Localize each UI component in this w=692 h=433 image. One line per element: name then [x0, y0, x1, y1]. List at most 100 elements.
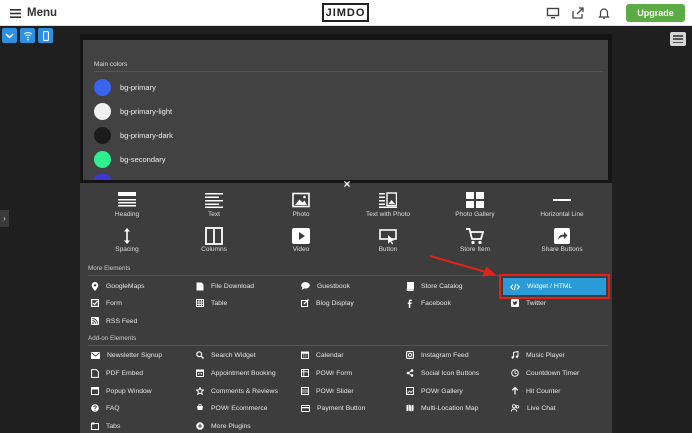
- element-store-catalog[interactable]: Store Catalog: [406, 280, 463, 292]
- element-powr-slider[interactable]: POWr Slider: [301, 385, 354, 397]
- element-spacing[interactable]: Spacing: [87, 227, 167, 259]
- mail-icon: [91, 351, 100, 359]
- checkbox-icon: [91, 299, 99, 307]
- element-label: Text: [208, 211, 220, 218]
- close-icon[interactable]: ×: [341, 178, 353, 190]
- element-label: Countdown Timer: [526, 369, 580, 377]
- heading-icon: [118, 192, 136, 207]
- element-appointment-booking[interactable]: Appointment Booking: [196, 367, 276, 379]
- color-swatch-primary-dark[interactable]: [94, 127, 111, 144]
- element-columns[interactable]: Columns: [174, 227, 254, 259]
- catalog-icon: [406, 281, 414, 291]
- device-dropdown-button[interactable]: [2, 28, 17, 43]
- color-swatch-secondary[interactable]: [94, 151, 111, 168]
- element-calendar[interactable]: Calendar: [301, 349, 344, 361]
- element-share-buttons[interactable]: Share Buttons: [522, 227, 602, 259]
- element-form[interactable]: Form: [91, 297, 122, 309]
- color-label: bg-primary-light: [120, 107, 173, 116]
- color-label: bg-primary-dark: [120, 131, 173, 140]
- element-facebook[interactable]: Facebook: [406, 297, 451, 309]
- element-multi-location-map[interactable]: Multi-Location Map: [406, 402, 478, 414]
- element-label: Video: [292, 246, 310, 253]
- color-swatch-primary-light[interactable]: [94, 103, 111, 120]
- element-label: Photo Gallery: [455, 211, 495, 218]
- element-label: Text with Photo: [365, 211, 411, 218]
- element-label: Popup Window: [106, 387, 152, 395]
- element-comments-reviews[interactable]: Comments & Reviews: [196, 385, 278, 397]
- element-label: Live Chat: [527, 404, 556, 412]
- element-label: More Plugins: [211, 422, 251, 430]
- element-googlemaps[interactable]: GoogleMaps: [91, 280, 145, 292]
- element-powr-gallery[interactable]: POWr Gallery: [406, 385, 463, 397]
- phone-view-button[interactable]: [38, 28, 53, 43]
- element-payment-button[interactable]: Payment Button: [301, 402, 365, 414]
- element-powr-form[interactable]: POWr Form: [301, 367, 352, 379]
- element-social-icon-buttons[interactable]: Social Icon Buttons: [406, 367, 479, 379]
- music-icon: [511, 351, 519, 359]
- bell-icon[interactable]: [597, 6, 611, 20]
- element-hit-counter[interactable]: Hit Counter: [511, 385, 560, 397]
- element-rss-feed[interactable]: RSS Feed: [91, 315, 137, 327]
- jimdo-logo[interactable]: JIMDO: [322, 3, 369, 22]
- plus-circle-icon: [196, 422, 204, 430]
- element-label: RSS Feed: [106, 317, 138, 325]
- element-widget-html[interactable]: Widget / HTML: [503, 278, 606, 295]
- element-more-plugins[interactable]: More Plugins: [196, 420, 251, 432]
- element-horizontal-line[interactable]: Horizontal Line: [522, 192, 602, 224]
- element-table[interactable]: Table: [196, 297, 227, 309]
- element-file-download[interactable]: File Download: [196, 280, 254, 292]
- add-element-drawer: × Heading Text Photo Text with Photo Pho…: [80, 178, 612, 433]
- element-music-player[interactable]: Music Player: [511, 349, 565, 361]
- element-pdf-embed[interactable]: PDF Embed: [91, 367, 143, 379]
- element-popup-window[interactable]: Popup Window: [91, 385, 152, 397]
- social-icon: [406, 369, 414, 377]
- element-photo-gallery[interactable]: Photo Gallery: [435, 192, 515, 224]
- element-live-chat[interactable]: Live Chat: [511, 402, 556, 414]
- element-text-with-photo[interactable]: Text with Photo: [348, 192, 428, 224]
- more-elements-title: More Elements: [88, 265, 131, 272]
- side-panel-toggle[interactable]: ›: [0, 210, 9, 227]
- share-icon[interactable]: [571, 6, 585, 20]
- instagram-icon: [406, 351, 414, 359]
- element-instagram-feed[interactable]: Instagram Feed: [406, 349, 469, 361]
- element-button[interactable]: Button: [348, 227, 428, 259]
- element-label: POWr Form: [316, 369, 353, 377]
- element-guestbook[interactable]: Guestbook: [301, 280, 350, 292]
- element-photo[interactable]: Photo: [261, 192, 341, 224]
- element-countdown-timer[interactable]: Countdown Timer: [511, 367, 579, 379]
- element-label: FAQ: [106, 404, 120, 412]
- tablet-view-button[interactable]: [20, 28, 35, 43]
- desktop-icon[interactable]: [546, 6, 560, 20]
- chevron-down-icon: [5, 32, 14, 39]
- rss-icon: [91, 317, 99, 325]
- element-label: Appointment Booking: [211, 369, 276, 377]
- share-icon: [554, 228, 570, 244]
- element-label: Hit Counter: [526, 387, 561, 395]
- multi-map-icon: [406, 404, 414, 412]
- color-swatch-primary[interactable]: [94, 79, 111, 96]
- element-heading[interactable]: Heading: [87, 192, 167, 224]
- element-faq[interactable]: FAQ: [91, 402, 120, 414]
- element-twitter[interactable]: Twitter: [511, 297, 546, 309]
- element-search-widget[interactable]: Search Widget: [196, 349, 256, 361]
- element-text[interactable]: Text: [174, 192, 254, 224]
- pdf-icon: [91, 368, 99, 378]
- element-label: POWr Slider: [316, 387, 354, 395]
- element-label: Music Player: [526, 351, 565, 359]
- element-label: Spacing: [115, 246, 139, 253]
- element-label: Store Item: [460, 246, 490, 253]
- divider: [88, 345, 608, 346]
- element-newsletter-signup[interactable]: Newsletter Signup: [91, 349, 162, 361]
- element-label: Widget / HTML: [527, 283, 573, 290]
- element-powr-ecommerce[interactable]: POWr Ecommerce: [196, 402, 268, 414]
- element-video[interactable]: Video: [261, 227, 341, 259]
- upgrade-button[interactable]: Upgrade: [626, 4, 685, 22]
- right-menu-button[interactable]: [670, 32, 686, 46]
- element-label: Twitter: [526, 299, 547, 307]
- element-label: Share Buttons: [541, 246, 583, 253]
- element-blog-display[interactable]: Blog Display: [301, 297, 354, 309]
- element-tabs[interactable]: Tabs: [91, 420, 120, 432]
- map-pin-icon: [91, 281, 99, 291]
- menu-button[interactable]: Menu: [10, 5, 57, 21]
- color-label: bg-secondary: [120, 155, 166, 164]
